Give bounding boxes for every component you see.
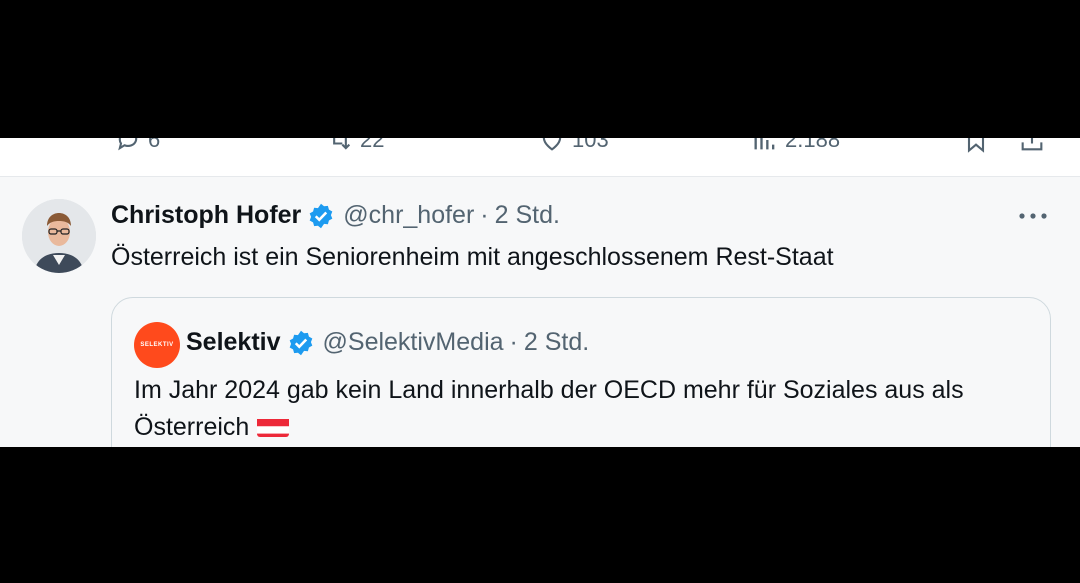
repost-icon (333, 138, 351, 150)
repost-action[interactable]: 22 (326, 138, 384, 154)
bookmark-action[interactable] (962, 138, 990, 154)
timeline-viewport: 6 22 103 2.188 Christoph Hofer @chr_hofe… (0, 138, 1080, 447)
views-icon (754, 138, 775, 150)
tweet-text: Österreich ist ein Seniorenheim mit ange… (111, 243, 834, 271)
quoted-avatar-logo: SELEKTIV (140, 342, 174, 348)
quoted-avatar[interactable]: SELEKTIV (134, 322, 180, 368)
like-count: 103 (572, 138, 609, 152)
avatar[interactable] (22, 199, 96, 273)
austria-flag-icon (257, 415, 290, 437)
quoted-author-handle[interactable]: @SelektivMedia (323, 328, 504, 357)
more-options-icon[interactable] (1016, 207, 1050, 225)
like-action[interactable]: 103 (538, 138, 609, 154)
author-name[interactable]: Christoph Hofer (111, 201, 301, 230)
letterbox-top (0, 0, 1080, 138)
quoted-timestamp[interactable]: 2 Std. (524, 328, 589, 357)
avatar-portrait-icon (22, 199, 96, 273)
tweet-header: Christoph Hofer @chr_hofer · 2 Std. (111, 201, 560, 230)
verified-badge-icon (309, 203, 333, 228)
tweet[interactable]: Christoph Hofer @chr_hofer · 2 Std. Öste… (0, 177, 1080, 447)
quoted-text-block: Im Jahr 2024 gab kein Land innerhalb der… (134, 372, 1034, 446)
reply-icon (118, 138, 138, 151)
quoted-header: Selektiv @SelektivMedia · 2 Std. (186, 328, 589, 357)
views-action[interactable]: 2.188 (751, 138, 840, 154)
quoted-tweet[interactable]: SELEKTIV Selektiv @SelektivMedia · 2 Std… (111, 297, 1051, 447)
bookmark-icon (967, 138, 985, 153)
repost-count: 22 (360, 138, 385, 152)
share-icon (1021, 138, 1043, 151)
reply-count: 6 (148, 138, 161, 152)
author-handle[interactable]: @chr_hofer (343, 201, 474, 230)
quoted-author-name[interactable]: Selektiv (186, 328, 281, 357)
timestamp[interactable]: 2 Std. (495, 201, 560, 230)
views-count: 2.188 (785, 138, 841, 152)
reply-action[interactable]: 6 (114, 138, 160, 154)
share-action[interactable] (1018, 138, 1046, 154)
separator-dot: · (509, 328, 518, 356)
verified-badge-icon (289, 330, 312, 355)
previous-tweet-action-bar: 6 22 103 2.188 (0, 138, 1080, 177)
separator-dot: · (480, 201, 489, 229)
like-icon (542, 138, 562, 151)
letterbox-bottom (0, 447, 1080, 583)
